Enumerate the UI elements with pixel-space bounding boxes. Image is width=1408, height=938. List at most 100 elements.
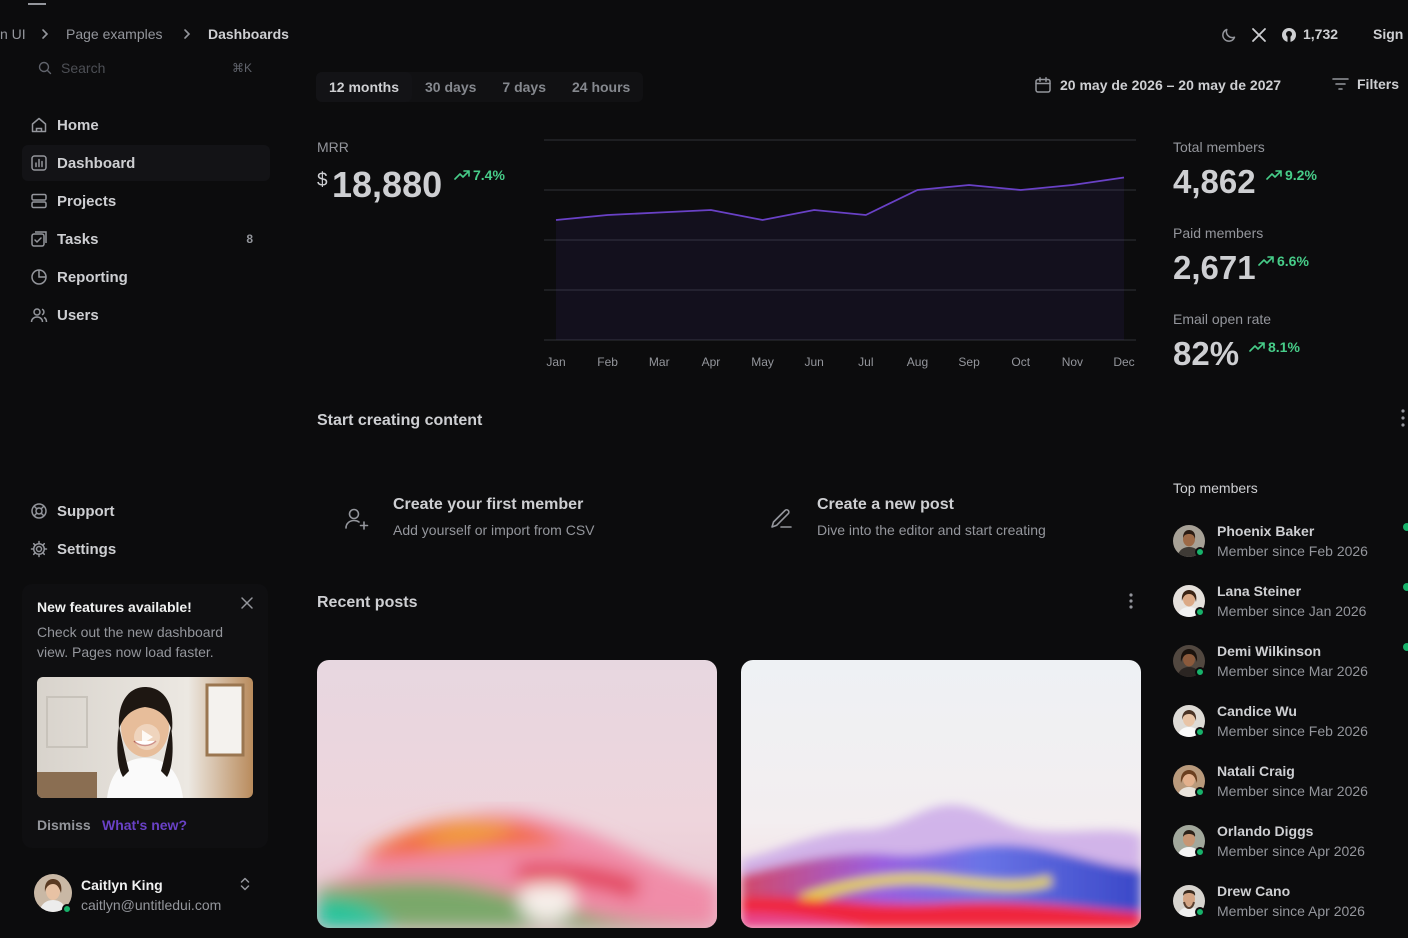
range-option-12-months[interactable]: 12 months	[316, 72, 413, 102]
dismiss-button[interactable]: Dismiss	[37, 817, 91, 833]
stat-value: 82%	[1173, 335, 1240, 372]
breadcrumb-root[interactable]: n UI	[0, 26, 26, 42]
sidebar-item-support[interactable]: Support	[22, 493, 270, 529]
search-input[interactable]: Search ⌘K	[38, 60, 258, 78]
range-option-24-hours[interactable]: 24 hours	[559, 72, 643, 102]
chart-x-tick-label: Jul	[858, 355, 873, 369]
sidebar-item-label: Projects	[57, 192, 117, 210]
online-status-dot	[1195, 907, 1205, 917]
trend-up-icon	[1249, 342, 1265, 352]
stat-email-open-rate: Email open rate 82% 8.1%	[1173, 311, 1403, 381]
action-title: Create a new post	[817, 496, 954, 513]
user-plus-icon	[344, 506, 370, 532]
moon-icon[interactable]	[1220, 26, 1238, 44]
member-name: Phoenix Baker	[1217, 523, 1315, 539]
account-email: caitlyn@untitledui.com	[81, 897, 222, 913]
stat-value: 4,862	[1173, 163, 1256, 200]
feature-video-thumbnail[interactable]	[37, 677, 253, 798]
member-list-item[interactable]: Candice Wu Member since Feb 2026	[1173, 703, 1408, 747]
more-vertical-icon[interactable]	[1400, 408, 1406, 428]
sidebar-item-label: Users	[57, 306, 99, 324]
action-title: Create your first member	[393, 496, 584, 513]
sidebar-item-home[interactable]: Home	[22, 107, 270, 143]
member-list-item[interactable]: Demi Wilkinson Member since Mar 2026	[1173, 643, 1408, 687]
chart-x-tick-label: Dec	[1113, 355, 1134, 369]
sidebar-item-label: Reporting	[57, 268, 128, 286]
feature-card-title: New features available!	[37, 599, 192, 615]
calendar-icon	[1034, 76, 1052, 94]
date-range-picker[interactable]: 20 may de 2026 – 20 may de 2027	[1034, 76, 1281, 94]
menu-icon[interactable]	[28, 0, 48, 6]
x-logo-icon[interactable]	[1251, 27, 1267, 43]
stat-total-members: Total members 4,862 9.2%	[1173, 139, 1403, 209]
chevron-right-icon	[40, 28, 50, 40]
member-name: Demi Wilkinson	[1217, 643, 1322, 659]
stat-paid-members: Paid members 2,671 6.6%	[1173, 225, 1403, 295]
chart-x-tick-label: Nov	[1062, 355, 1083, 369]
search-icon	[38, 61, 52, 75]
whats-new-link[interactable]: What's new?	[102, 817, 187, 833]
member-list-item[interactable]: Orlando Diggs Member since Apr 2026	[1173, 823, 1408, 867]
stat-change: 9.2%	[1266, 167, 1317, 183]
range-option-30-days[interactable]: 30 days	[412, 72, 489, 102]
sidebar-item-dashboard[interactable]: Dashboard	[22, 145, 270, 181]
more-vertical-icon[interactable]	[1128, 592, 1134, 610]
stat-label: Total members	[1173, 139, 1265, 155]
online-status-dot	[1195, 727, 1205, 737]
sidebar-item-label: Settings	[57, 540, 117, 558]
start-creating-title: Start creating content	[317, 412, 483, 429]
stat-change-value: 9.2%	[1285, 167, 1317, 183]
chart-x-tick-label: Mar	[649, 355, 670, 369]
online-status-dot	[1195, 607, 1205, 617]
sidebar-item-users[interactable]: Users	[22, 297, 270, 333]
breadcrumb-current[interactable]: Dashboards	[208, 26, 289, 42]
close-icon[interactable]	[240, 596, 254, 610]
sidebar-item-settings[interactable]: Settings	[22, 531, 270, 567]
sidebar-item-reporting[interactable]: Reporting	[22, 259, 270, 295]
member-name: Candice Wu	[1217, 703, 1297, 719]
sidebar-item-label: Tasks	[57, 230, 99, 248]
stat-label: Email open rate	[1173, 311, 1272, 327]
edge-status-dot	[1403, 583, 1408, 591]
edge-status-dot	[1403, 523, 1408, 531]
online-status-dot	[1195, 547, 1205, 557]
chart-x-tick-label: Oct	[1011, 355, 1030, 369]
stat-change-value: 8.1%	[1268, 339, 1300, 355]
search-placeholder: Search	[61, 60, 106, 76]
chart-x-tick-label: Aug	[907, 355, 928, 369]
range-option-7-days[interactable]: 7 days	[489, 72, 559, 102]
member-list-item[interactable]: Natali Craig Member since Mar 2026	[1173, 763, 1408, 807]
member-list-item[interactable]: Phoenix Baker Member since Feb 2026	[1173, 523, 1408, 567]
member-list-item[interactable]: Lana Steiner Member since Jan 2026	[1173, 583, 1408, 627]
breadcrumb-page-examples[interactable]: Page examples	[66, 26, 163, 42]
date-range-label: 20 may de 2026 – 20 may de 2027	[1060, 77, 1282, 93]
chevron-selector-icon[interactable]	[239, 876, 251, 892]
home-icon	[30, 116, 48, 134]
mrr-change: 7.4%	[454, 167, 505, 183]
post-cover-image[interactable]	[741, 660, 1141, 928]
action-subtitle: Add yourself or import from CSV	[393, 522, 595, 538]
stat-change: 6.6%	[1258, 253, 1309, 269]
new-features-card: New features available! Check out the ne…	[22, 584, 268, 848]
post-cover-image[interactable]	[317, 660, 717, 928]
check-square-icon	[30, 230, 48, 248]
member-name: Natali Craig	[1217, 763, 1295, 779]
action-subtitle: Dive into the editor and start creating	[817, 522, 1046, 538]
member-name: Lana Steiner	[1217, 583, 1302, 599]
github-icon[interactable]	[1281, 27, 1297, 43]
trend-up-icon	[1266, 170, 1282, 180]
create-post-action[interactable]: Create a new post Dive into the editor a…	[766, 496, 1146, 546]
account-card[interactable]: Caitlyn King caitlyn@untitledui.com	[22, 862, 270, 928]
sidebar-item-tasks[interactable]: Tasks 8	[22, 221, 270, 257]
member-list-item[interactable]: Drew Cano Member since Apr 2026	[1173, 883, 1408, 927]
create-member-action[interactable]: Create your first member Add yourself or…	[340, 496, 720, 546]
layers-icon	[30, 192, 48, 210]
sidebar-item-projects[interactable]: Projects	[22, 183, 270, 219]
mrr-currency: $	[317, 170, 328, 191]
sign-in-link[interactable]: Sign i	[1373, 26, 1408, 42]
stat-label: Paid members	[1173, 225, 1264, 241]
sidebar-item-label: Home	[57, 116, 99, 134]
member-since: Member since Feb 2026	[1217, 543, 1368, 559]
github-star-count[interactable]: 1,732	[1303, 26, 1338, 42]
filters-button[interactable]: Filters	[1332, 76, 1399, 92]
